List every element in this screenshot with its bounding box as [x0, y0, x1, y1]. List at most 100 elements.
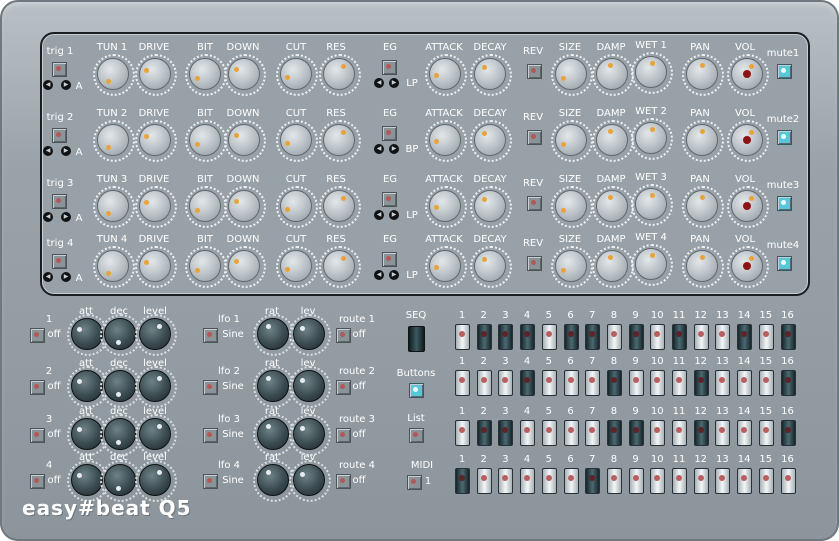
step-button[interactable] [606, 370, 622, 396]
attack-knob[interactable] [425, 186, 467, 228]
step-button[interactable] [606, 468, 622, 494]
step-button[interactable] [758, 324, 774, 350]
tun-knob[interactable] [93, 186, 135, 228]
step-button[interactable] [476, 420, 492, 446]
buttons-mode-button[interactable] [409, 383, 424, 398]
attack-knob[interactable] [425, 246, 467, 288]
decay-knob[interactable] [470, 246, 512, 288]
step-button[interactable] [693, 370, 709, 396]
env-button[interactable] [30, 328, 45, 343]
res-knob[interactable] [319, 186, 361, 228]
step-button[interactable] [628, 468, 644, 494]
env-button[interactable] [30, 380, 45, 395]
cut-knob[interactable] [276, 54, 318, 96]
filter-prev-arrow[interactable]: ◀ [374, 210, 384, 220]
trig-button[interactable] [52, 128, 67, 143]
vol-knob[interactable] [727, 246, 769, 288]
step-button[interactable] [585, 420, 601, 446]
step-button[interactable] [693, 468, 709, 494]
rev-button[interactable] [527, 64, 542, 79]
env-button[interactable] [30, 428, 45, 443]
step-button[interactable] [585, 370, 601, 396]
mute-button[interactable] [777, 64, 792, 79]
trig-button[interactable] [52, 194, 67, 209]
mute-button[interactable] [777, 256, 792, 271]
down-knob[interactable] [224, 186, 266, 228]
damp-knob[interactable] [592, 120, 634, 162]
step-button[interactable] [455, 420, 470, 446]
size-knob[interactable] [551, 120, 593, 162]
route-button[interactable] [336, 428, 351, 443]
cut-knob[interactable] [276, 186, 318, 228]
att-knob[interactable] [67, 366, 109, 408]
step-button[interactable] [715, 468, 731, 494]
dec-knob[interactable] [100, 460, 142, 502]
pan-knob[interactable] [682, 186, 724, 228]
cut-knob[interactable] [276, 246, 318, 288]
down-knob[interactable] [224, 120, 266, 162]
drive-knob[interactable] [135, 120, 177, 162]
filter-next-arrow[interactable]: ▶ [389, 210, 399, 220]
next-arrow[interactable]: ▶ [61, 146, 71, 156]
step-button[interactable] [780, 420, 796, 446]
route-button[interactable] [336, 474, 351, 489]
step-button[interactable] [780, 370, 796, 396]
rat-knob[interactable] [253, 314, 295, 356]
vol-knob[interactable] [727, 120, 769, 162]
vol-knob[interactable] [727, 186, 769, 228]
res-knob[interactable] [319, 54, 361, 96]
bit-knob[interactable] [185, 246, 227, 288]
next-arrow[interactable]: ▶ [61, 80, 71, 90]
filter-prev-arrow[interactable]: ◀ [374, 78, 384, 88]
decay-knob[interactable] [470, 54, 512, 96]
trig-button[interactable] [52, 254, 67, 269]
step-button[interactable] [520, 420, 536, 446]
lfo-button[interactable] [203, 380, 218, 395]
dec-knob[interactable] [100, 314, 142, 356]
step-button[interactable] [693, 420, 709, 446]
step-button[interactable] [520, 324, 536, 350]
step-button[interactable] [628, 370, 644, 396]
wet-knob[interactable] [631, 52, 673, 94]
prev-arrow[interactable]: ◀ [43, 272, 53, 282]
vol-knob[interactable] [727, 54, 769, 96]
step-button[interactable] [650, 324, 666, 350]
bit-knob[interactable] [185, 54, 227, 96]
pan-knob[interactable] [682, 246, 724, 288]
step-button[interactable] [780, 468, 796, 494]
level-knob[interactable] [135, 314, 177, 356]
eg-button[interactable] [382, 60, 397, 75]
step-button[interactable] [715, 324, 731, 350]
wet-knob[interactable] [631, 244, 673, 286]
step-button[interactable] [737, 324, 753, 350]
size-knob[interactable] [551, 246, 593, 288]
size-knob[interactable] [551, 186, 593, 228]
step-button[interactable] [693, 324, 709, 350]
filter-prev-arrow[interactable]: ◀ [374, 270, 384, 280]
step-button[interactable] [758, 468, 774, 494]
drive-knob[interactable] [135, 186, 177, 228]
mute-button[interactable] [777, 130, 792, 145]
step-button[interactable] [585, 324, 601, 350]
level-knob[interactable] [135, 414, 177, 456]
route-button[interactable] [336, 328, 351, 343]
step-button[interactable] [541, 370, 557, 396]
step-button[interactable] [455, 370, 470, 396]
step-button[interactable] [585, 468, 601, 494]
cut-knob[interactable] [276, 120, 318, 162]
wet-knob[interactable] [631, 118, 673, 160]
att-knob[interactable] [67, 414, 109, 456]
rat-knob[interactable] [253, 414, 295, 456]
step-button[interactable] [498, 324, 514, 350]
eg-button[interactable] [382, 192, 397, 207]
step-button[interactable] [455, 324, 470, 350]
eg-button[interactable] [382, 126, 397, 141]
decay-knob[interactable] [470, 186, 512, 228]
att-knob[interactable] [67, 460, 109, 502]
midi-button[interactable] [407, 475, 422, 490]
level-knob[interactable] [135, 460, 177, 502]
step-button[interactable] [563, 420, 579, 446]
attack-knob[interactable] [425, 120, 467, 162]
step-button[interactable] [520, 468, 536, 494]
filter-next-arrow[interactable]: ▶ [389, 144, 399, 154]
